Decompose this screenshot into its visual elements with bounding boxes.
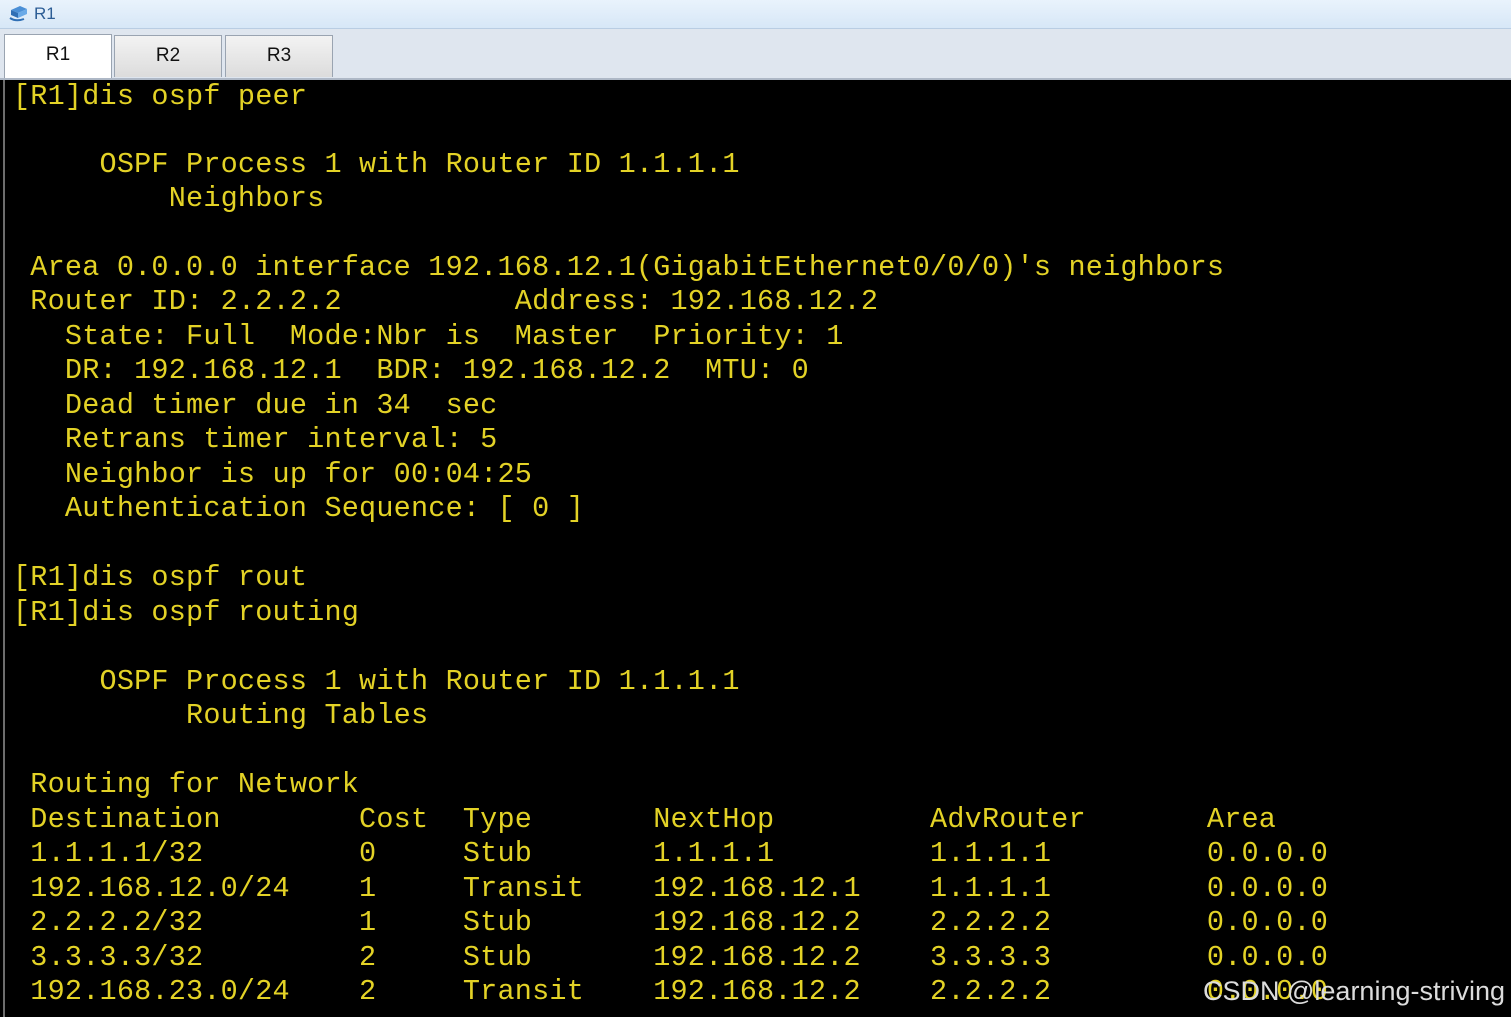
terminal-line: Retrans timer interval: 5	[13, 423, 498, 456]
terminal-line: 192.168.12.0/24 1 Transit 192.168.12.1 1…	[13, 872, 1329, 905]
title-bar: R1	[0, 0, 1511, 29]
terminal-line: 3.3.3.3/32 2 Stub 192.168.12.2 3.3.3.3 0…	[13, 941, 1329, 974]
network-device-icon	[9, 6, 27, 22]
terminal-line: 192.168.23.0/24 2 Transit 192.168.12.2 2…	[13, 975, 1329, 1008]
terminal-line: [R1]dis ospf rout	[13, 561, 308, 594]
terminal-line: 2.2.2.2/32 1 Stub 192.168.12.2 2.2.2.2 0…	[13, 906, 1329, 939]
terminal-line: Neighbors	[13, 182, 325, 215]
terminal-line: State: Full Mode:Nbr is Master Priority:…	[13, 320, 844, 353]
terminal-line: Authentication Sequence: [ 0 ]	[13, 492, 584, 525]
terminal-line: Routing Tables	[13, 699, 429, 732]
terminal-line: OSPF Process 1 with Router ID 1.1.1.1	[13, 148, 740, 181]
terminal-line: Neighbor is up for 00:04:25	[13, 458, 533, 491]
terminal-line: Destination Cost Type NextHop AdvRouter …	[13, 803, 1277, 836]
terminal-line: [R1]dis ospf routing	[13, 596, 360, 629]
terminal-line: Area 0.0.0.0 interface 192.168.12.1(Giga…	[13, 251, 1225, 284]
tab-r2[interactable]: R2	[114, 35, 222, 77]
tab-r1[interactable]: R1	[4, 34, 112, 78]
tab-r3[interactable]: R3	[225, 35, 333, 77]
terminal-line: 1.1.1.1/32 0 Stub 1.1.1.1 1.1.1.1 0.0.0.…	[13, 837, 1329, 870]
window-title: R1	[34, 4, 56, 23]
terminal-line: [R1]dis ospf peer	[13, 80, 308, 113]
terminal-console[interactable]: [R1]dis ospf peer OSPF Process 1 with Ro…	[3, 80, 1511, 1017]
tab-bar: R1 R2 R3	[0, 29, 1511, 80]
watermark: CSDN @learning-striving	[1203, 976, 1505, 1006]
terminal-line: Routing for Network	[13, 768, 360, 801]
terminal-line: Dead timer due in 34 sec	[13, 389, 498, 422]
terminal-line: OSPF Process 1 with Router ID 1.1.1.1	[13, 665, 740, 698]
terminal-line: DR: 192.168.12.1 BDR: 192.168.12.2 MTU: …	[13, 354, 809, 387]
terminal-line: Router ID: 2.2.2.2 Address: 192.168.12.2	[13, 285, 879, 318]
